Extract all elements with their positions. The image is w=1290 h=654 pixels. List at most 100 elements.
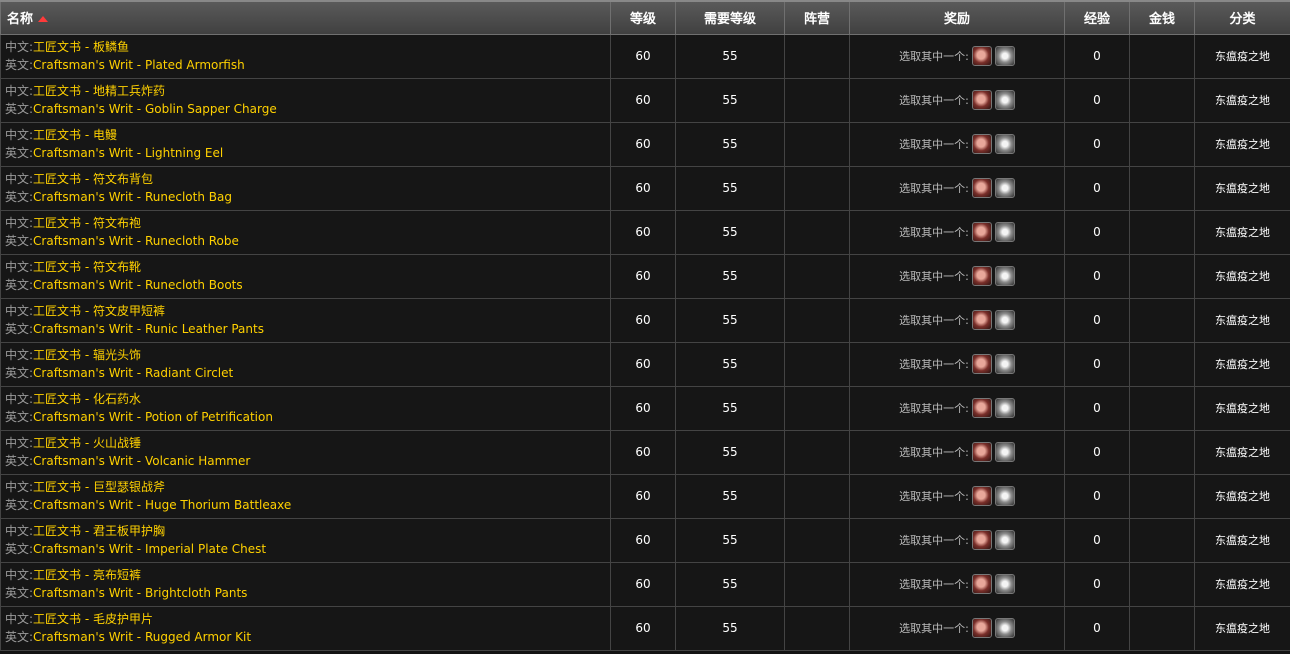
gem-icon[interactable] [994,398,1015,418]
quest-name-en-link[interactable]: Craftsman's Writ - Brightcloth Pants [33,586,247,600]
gem-icon[interactable] [994,618,1015,638]
table-row[interactable]: 中文:工匠文书 - 化石药水 英文:Craftsman's Writ - Poti… [0,385,1290,431]
table-row[interactable]: 中文:工匠文书 - 符文皮甲短裤 英文:Craftsman's Writ - Ru… [0,297,1290,343]
bag-icon[interactable] [971,354,992,374]
quest-name-zh-link[interactable]: 工匠文书 - 电鳗 [33,128,117,142]
bag-icon[interactable] [971,90,992,110]
header-faction[interactable]: 阵营 [784,0,850,35]
table-row[interactable]: 中文:工匠文书 - 巨型瑟银战斧 英文:Craftsman's Writ - Hu… [0,473,1290,519]
quest-name-en-link[interactable]: Craftsman's Writ - Radiant Circlet [33,366,233,380]
bag-icon[interactable] [971,398,992,418]
table-row[interactable]: 中文:工匠文书 - 亮布短裤 英文:Craftsman's Writ - Brig… [0,561,1290,607]
quest-name-en-link[interactable]: Craftsman's Writ - Plated Armorfish [33,58,245,72]
gem-icon[interactable] [994,442,1015,462]
en-label: 英文: [5,410,34,424]
gem-icon[interactable] [994,530,1015,550]
bag-icon[interactable] [971,178,992,198]
gem-icon[interactable] [994,134,1015,154]
category-cell[interactable]: 东瘟疫之地 [1194,297,1290,343]
gem-icon[interactable] [994,354,1015,374]
quest-name-en-link[interactable]: Craftsman's Writ - Runecloth Robe [33,234,239,248]
header-required-level[interactable]: 需要等级 [675,0,785,35]
quest-name-zh-link[interactable]: 工匠文书 - 板鳞鱼 [33,40,129,54]
header-experience[interactable]: 经验 [1064,0,1130,35]
table-row[interactable]: 中文:工匠文书 - 板鳞鱼 英文:Craftsman's Writ - Plate… [0,33,1290,79]
quest-name-zh-link[interactable]: 工匠文书 - 符文布袍 [33,216,141,230]
gem-icon[interactable] [994,46,1015,66]
faction-cell [784,341,850,387]
quest-name-zh-link[interactable]: 工匠文书 - 毛皮护甲片 [33,612,153,626]
bag-icon[interactable] [971,46,992,66]
quest-name-en-link[interactable]: Craftsman's Writ - Huge Thorium Battleax… [33,498,291,512]
header-reward[interactable]: 奖励 [849,0,1065,35]
quest-name-en-link[interactable]: Craftsman's Writ - Runecloth Boots [33,278,243,292]
header-level[interactable]: 等级 [610,0,676,35]
bag-icon[interactable] [971,266,992,286]
zh-name-line: 中文:工匠文书 - 符文布靴 [5,258,610,276]
quest-name-en-link[interactable]: Craftsman's Writ - Lightning Eel [33,146,223,160]
bag-icon[interactable] [971,442,992,462]
category-cell[interactable]: 东瘟疫之地 [1194,77,1290,123]
table-row[interactable]: 中文:工匠文书 - 符文布背包 英文:Craftsman's Writ - Run… [0,165,1290,211]
category-cell[interactable]: 东瘟疫之地 [1194,165,1290,211]
gem-icon[interactable] [994,178,1015,198]
bag-icon[interactable] [971,618,992,638]
category-cell[interactable]: 东瘟疫之地 [1194,33,1290,79]
money-cell [1129,429,1195,475]
category-cell[interactable]: 东瘟疫之地 [1194,253,1290,299]
quest-name-en-link[interactable]: Craftsman's Writ - Imperial Plate Chest [33,542,266,556]
category-cell[interactable]: 东瘟疫之地 [1194,561,1290,607]
bag-icon[interactable] [971,310,992,330]
table-row[interactable]: 中文:工匠文书 - 火山战锤 英文:Craftsman's Writ - Volc… [0,429,1290,475]
gem-icon[interactable] [994,90,1015,110]
table-row[interactable]: 中文:工匠文书 - 君王板甲护胸 英文:Craftsman's Writ - Im… [0,517,1290,563]
category-cell[interactable]: 东瘟疫之地 [1194,517,1290,563]
quest-name-en-link[interactable]: Craftsman's Writ - Runecloth Bag [33,190,232,204]
table-row[interactable]: 中文:工匠文书 - 辐光头饰 英文:Craftsman's Writ - Radi… [0,341,1290,387]
table-row[interactable]: 中文:工匠文书 - 毛皮护甲片 英文:Craftsman's Writ - Rug… [0,605,1290,651]
category-cell[interactable]: 东瘟疫之地 [1194,605,1290,651]
bag-icon[interactable] [971,134,992,154]
table-row[interactable]: 中文:工匠文书 - 符文布靴 英文:Craftsman's Writ - Rune… [0,253,1290,299]
table-row[interactable]: 中文:工匠文书 - 地精工兵炸药 英文:Craftsman's Writ - Go… [0,77,1290,123]
quest-name-zh-link[interactable]: 工匠文书 - 辐光头饰 [33,348,141,362]
category-cell[interactable]: 东瘟疫之地 [1194,121,1290,167]
category-cell[interactable]: 东瘟疫之地 [1194,341,1290,387]
header-money[interactable]: 金钱 [1129,0,1195,35]
money-cell [1129,33,1195,79]
sort-ascending-icon[interactable] [38,15,49,22]
zh-label: 中文: [5,480,34,494]
quest-name-zh-link[interactable]: 工匠文书 - 亮布短裤 [33,568,141,582]
gem-icon[interactable] [994,222,1015,242]
gem-icon[interactable] [994,310,1015,330]
bag-icon[interactable] [971,222,992,242]
gem-icon[interactable] [994,486,1015,506]
quest-name-zh-link[interactable]: 工匠文书 - 君王板甲护胸 [33,524,165,538]
table-row[interactable]: 中文:工匠文书 - 符文布袍 英文:Craftsman's Writ - Rune… [0,209,1290,255]
table-row[interactable]: 中文:工匠文书 - 电鳗 英文:Craftsman's Writ - Lightn… [0,121,1290,167]
quest-name-en-link[interactable]: Craftsman's Writ - Goblin Sapper Charge [33,102,277,116]
quest-name-zh-link[interactable]: 工匠文书 - 地精工兵炸药 [33,84,165,98]
quest-name-zh-link[interactable]: 工匠文书 - 符文布靴 [33,260,141,274]
header-category[interactable]: 分类 [1194,0,1290,35]
quest-name-en-link[interactable]: Craftsman's Writ - Runic Leather Pants [33,322,264,336]
quest-name-en-link[interactable]: Craftsman's Writ - Potion of Petrificati… [33,410,273,424]
quest-name-en-link[interactable]: Craftsman's Writ - Rugged Armor Kit [33,630,251,644]
quest-name-zh-link[interactable]: 工匠文书 - 化石药水 [33,392,141,406]
bag-icon[interactable] [971,486,992,506]
bag-icon[interactable] [971,574,992,594]
category-cell[interactable]: 东瘟疫之地 [1194,385,1290,431]
gem-icon[interactable] [994,266,1015,286]
category-cell[interactable]: 东瘟疫之地 [1194,429,1290,475]
category-cell[interactable]: 东瘟疫之地 [1194,473,1290,519]
bag-icon[interactable] [971,530,992,550]
quest-name-en-link[interactable]: Craftsman's Writ - Volcanic Hammer [33,454,250,468]
quest-name-zh-link[interactable]: 工匠文书 - 符文皮甲短裤 [33,304,165,318]
gem-icon[interactable] [994,574,1015,594]
header-name[interactable]: 名称 [0,0,611,35]
quest-name-zh-link[interactable]: 工匠文书 - 巨型瑟银战斧 [33,480,165,494]
category-cell[interactable]: 东瘟疫之地 [1194,209,1290,255]
quest-name-zh-link[interactable]: 工匠文书 - 符文布背包 [33,172,153,186]
quest-name-zh-link[interactable]: 工匠文书 - 火山战锤 [33,436,141,450]
required-level-cell: 55 [675,253,785,299]
